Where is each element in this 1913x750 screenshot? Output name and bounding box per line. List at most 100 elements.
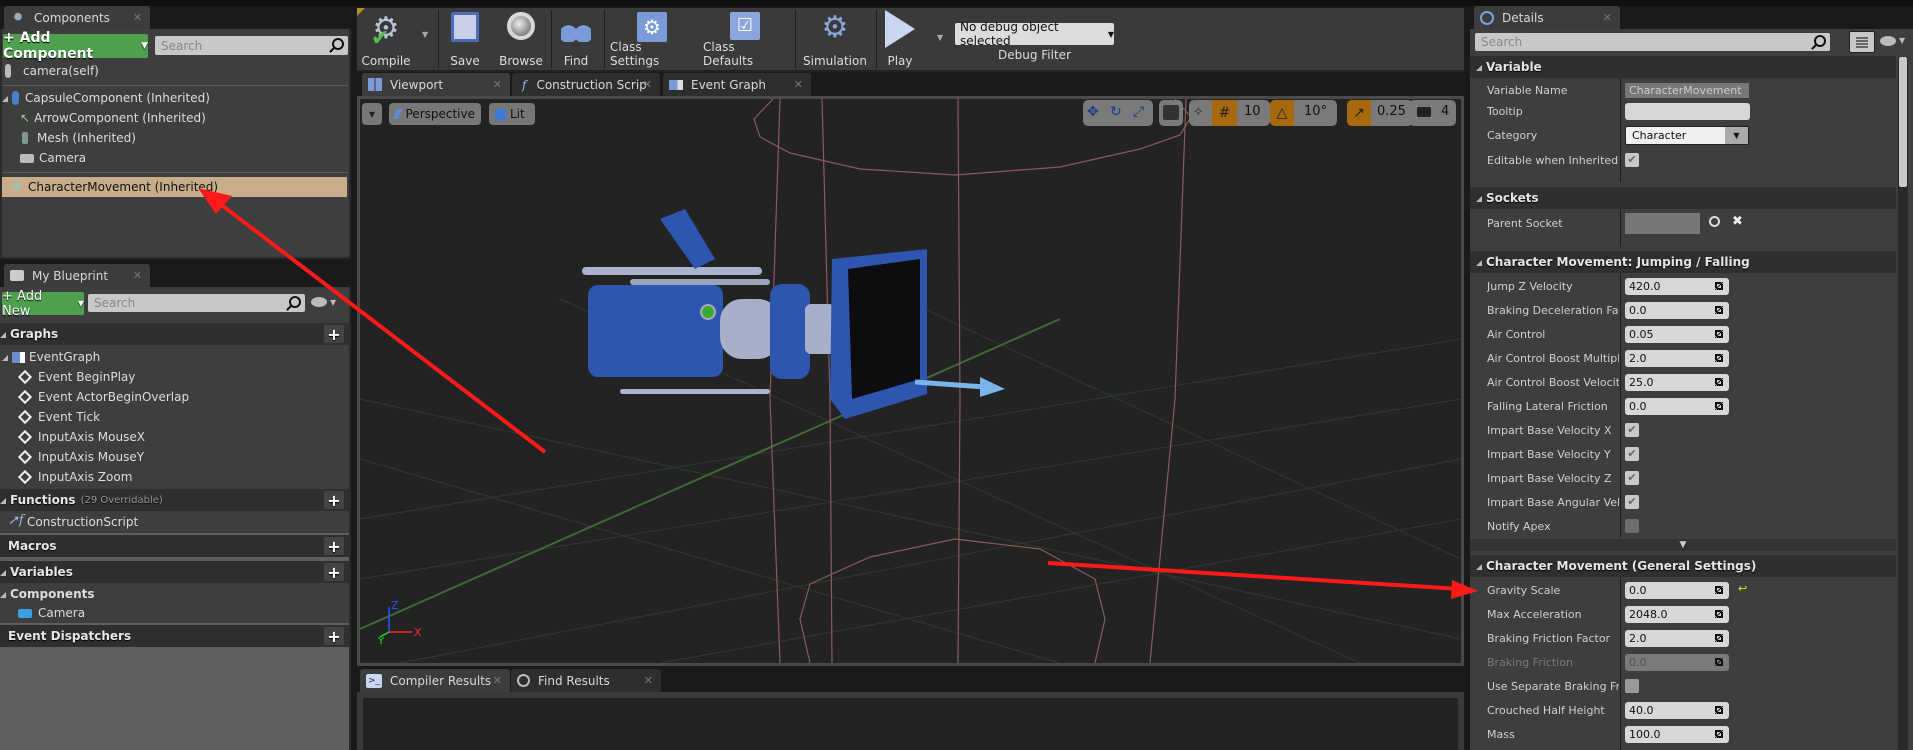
component-mesh[interactable]: Mesh (Inherited) — [22, 128, 136, 148]
expand-arrow-icon[interactable] — [1476, 260, 1482, 266]
variables-components-group[interactable]: Components — [0, 584, 95, 604]
world-local-toggle[interactable] — [1159, 100, 1183, 126]
component-arrow[interactable]: ↖ ArrowComponent (Inherited) — [20, 108, 206, 128]
close-icon[interactable]: ✕ — [133, 11, 142, 24]
expand-arrow-icon[interactable] — [0, 332, 6, 338]
property-matrix-button[interactable] — [1849, 31, 1875, 53]
event-graph-item[interactable]: EventGraph — [2, 347, 100, 367]
tooltip-field[interactable] — [1625, 102, 1750, 120]
falling-lateral-friction-field[interactable]: 0.0 — [1625, 397, 1729, 415]
expand-arrow-icon[interactable] — [0, 498, 6, 504]
chevron-down-icon[interactable]: ▼ — [1899, 36, 1905, 45]
event-item[interactable]: InputAxis Zoom — [16, 467, 132, 487]
viewport-options-button[interactable]: ▼ — [362, 103, 382, 125]
category-graphs[interactable]: Graphs + — [0, 323, 350, 345]
expand-arrow-icon[interactable] — [1476, 65, 1482, 71]
braking-friction-factor-field[interactable]: 2.0 — [1625, 629, 1729, 647]
tab-details[interactable]: Details ✕ — [1474, 6, 1620, 29]
variable-camera[interactable]: Camera — [18, 603, 85, 623]
close-icon[interactable]: ✕ — [493, 78, 502, 91]
event-item[interactable]: Event ActorBeginOverlap — [16, 387, 189, 407]
close-icon[interactable]: ✕ — [643, 78, 652, 91]
spin-drag-icon[interactable] — [1715, 585, 1723, 594]
spin-drag-icon[interactable] — [1715, 281, 1723, 290]
notify-apex-checkbox[interactable] — [1625, 519, 1639, 533]
rotate-icon[interactable]: ↻ — [1110, 104, 1122, 120]
perspective-button[interactable]: Perspective — [389, 103, 481, 125]
close-icon[interactable]: ✕ — [644, 674, 653, 687]
lit-button[interactable]: Lit — [489, 103, 535, 125]
jump-z-velocity-field[interactable]: 420.0 — [1625, 277, 1729, 295]
section-variable[interactable]: Variable — [1470, 56, 1896, 78]
spin-drag-icon[interactable] — [1715, 329, 1723, 338]
class-defaults-button[interactable]: ☑ Class Defaults — [703, 8, 787, 72]
spin-drag-icon[interactable] — [1715, 633, 1723, 642]
add-variable-button[interactable]: + — [324, 563, 344, 582]
component-capsule[interactable]: CapsuleComponent (Inherited) — [2, 88, 210, 108]
construction-script-item[interactable]: ➚f ConstructionScript — [0, 511, 349, 533]
spin-drag-icon[interactable] — [1715, 609, 1723, 618]
compile-options-chevron-icon[interactable]: ▼ — [422, 30, 428, 39]
impart-y-checkbox[interactable]: ✔ — [1625, 447, 1639, 461]
add-macro-button[interactable]: + — [324, 537, 344, 556]
rotation-snap-value[interactable]: 10° — [1304, 104, 1327, 119]
debug-object-dropdown[interactable]: No debug object selected ▼ — [955, 20, 1114, 48]
show-advanced-expander[interactable]: ▼ — [1470, 539, 1896, 551]
visibility-eye-icon[interactable] — [1880, 36, 1896, 46]
my-blueprint-search-input[interactable]: Search — [88, 294, 305, 312]
tab-components[interactable]: Components ✕ — [4, 6, 150, 29]
play-options-chevron-icon[interactable]: ▼ — [937, 33, 943, 42]
section-sockets[interactable]: Sockets — [1470, 187, 1896, 209]
section-jumping-falling[interactable]: Character Movement: Jumping / Falling — [1470, 251, 1896, 273]
add-event-dispatcher-button[interactable]: + — [324, 627, 344, 646]
mass-field[interactable]: 100.0 — [1625, 725, 1729, 743]
reset-to-default-icon[interactable]: ↩ — [1738, 582, 1747, 595]
max-acceleration-field[interactable]: 2048.0 — [1625, 605, 1729, 623]
category-event-dispatchers[interactable]: Event Dispatchers + — [0, 625, 350, 647]
editable-inherited-checkbox[interactable]: ✔ — [1625, 153, 1639, 167]
tab-construction-script[interactable]: f Construction Scrip ✕ — [512, 73, 660, 96]
spin-drag-icon[interactable] — [1715, 305, 1723, 314]
simulation-button[interactable]: ⚙ Simulation — [800, 8, 870, 72]
save-button[interactable]: Save — [445, 8, 485, 72]
category-variables[interactable]: Variables + — [0, 561, 350, 583]
use-separate-braking-checkbox[interactable] — [1625, 679, 1639, 693]
add-function-button[interactable]: + — [324, 491, 344, 510]
expand-arrow-icon[interactable] — [2, 355, 8, 361]
tab-my-blueprint[interactable]: My Blueprint ✕ — [4, 264, 150, 287]
scale-snap-value[interactable]: 0.25 — [1377, 104, 1406, 119]
braking-decel-falling-field[interactable]: 0.0 — [1625, 301, 1729, 319]
scale-snap-toggle[interactable]: ↗ — [1347, 100, 1371, 126]
close-icon[interactable]: ✕ — [133, 269, 142, 282]
component-character-movement[interactable]: ✥ CharacterMovement (Inherited) — [2, 177, 347, 197]
impart-z-checkbox[interactable]: ✔ — [1625, 471, 1639, 485]
spin-drag-icon[interactable] — [1715, 705, 1723, 714]
translate-icon[interactable]: ✥ — [1087, 104, 1099, 120]
browse-button[interactable]: Browse — [497, 8, 545, 72]
viewport[interactable]: Z X Y — [357, 96, 1464, 666]
tab-event-graph[interactable]: Event Graph ✕ — [663, 73, 811, 96]
event-item[interactable]: Event Tick — [16, 407, 100, 427]
camera-speed-button[interactable]: 4 — [1409, 100, 1456, 126]
parent-socket-field[interactable] — [1625, 212, 1700, 234]
air-control-field[interactable]: 0.05 — [1625, 325, 1729, 343]
play-button[interactable]: Play — [880, 8, 920, 72]
component-camera[interactable]: Camera — [20, 148, 86, 168]
compile-button[interactable]: ⚙ ✔ Compile — [361, 8, 410, 72]
surface-snap-icon[interactable]: ⟡ — [1194, 104, 1203, 119]
air-control-boost-mult-field[interactable]: 2.0 — [1625, 349, 1729, 367]
add-component-button[interactable]: + Add Component ▼ — [3, 30, 148, 62]
components-search-input[interactable]: Search — [155, 36, 348, 55]
close-icon[interactable]: ✕ — [493, 674, 502, 687]
details-search-input[interactable]: Search — [1475, 33, 1830, 51]
expand-arrow-icon[interactable] — [1476, 196, 1482, 202]
tab-viewport[interactable]: Viewport ✕ — [362, 73, 510, 96]
impart-angular-checkbox[interactable]: ✔ — [1625, 495, 1639, 509]
event-item[interactable]: InputAxis MouseY — [16, 447, 144, 467]
scale-icon[interactable]: ⤢ — [1133, 104, 1144, 120]
add-graph-button[interactable]: + — [324, 325, 344, 344]
chevron-down-icon[interactable]: ▼ — [330, 298, 336, 307]
category-functions[interactable]: Functions (29 Overridable) + — [0, 489, 350, 511]
event-item[interactable]: InputAxis MouseX — [16, 427, 145, 447]
category-dropdown[interactable]: Character ▼ — [1625, 125, 1749, 145]
